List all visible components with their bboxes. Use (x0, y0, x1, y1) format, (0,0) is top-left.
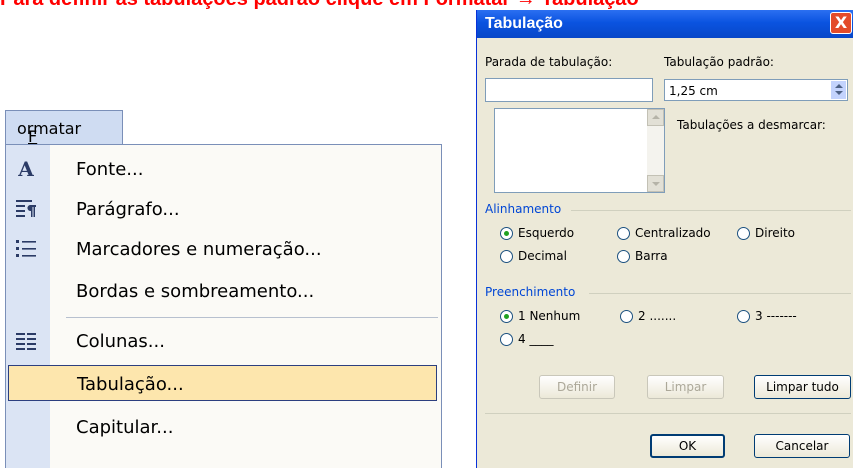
scroll-up-icon[interactable] (647, 109, 664, 126)
group-divider (571, 210, 851, 211)
tab-stop-input[interactable] (485, 78, 653, 102)
leader-group-title: Preenchimento (485, 285, 576, 299)
radio-esquerdo[interactable] (500, 227, 513, 240)
menu-item-fonte[interactable]: A Fonte... (6, 149, 441, 189)
alignment-group-title: Alinhamento (485, 202, 562, 216)
radio-label: Centralizado (635, 226, 711, 240)
menu-item-label: Fonte... (76, 159, 144, 180)
format-menu-panel: A Fonte... Parágrafo... Marcadores e num… (5, 144, 442, 468)
menu-separator (66, 317, 438, 318)
radio-label: Esquerdo (518, 226, 575, 240)
radio-decimal[interactable] (500, 250, 513, 263)
tab-stop-list[interactable] (494, 108, 665, 193)
scroll-down-icon[interactable] (647, 175, 664, 192)
clear-button[interactable]: Limpar (647, 375, 724, 399)
bullets-icon (16, 240, 36, 257)
ok-button[interactable]: OK (650, 434, 725, 458)
menu-formatar[interactable]: Formatar (5, 110, 123, 146)
paragraph-icon (16, 200, 36, 217)
menu-item-label: Parágrafo... (76, 199, 180, 220)
menu-item-label: Capitular... (76, 417, 174, 438)
menu-item-label: Tabulação... (77, 374, 184, 395)
radio-label: Decimal (518, 249, 567, 263)
group-divider (589, 293, 851, 294)
radio-label: 3 ------- (755, 309, 797, 323)
radio-centralizado[interactable] (617, 227, 630, 240)
font-A-icon: A (18, 157, 34, 181)
format-menu: Formatar A Fonte... Parágrafo... Marcado… (0, 110, 446, 468)
radio-barra[interactable] (617, 250, 630, 263)
radio-label: Barra (635, 249, 668, 263)
default-tab-spinner[interactable]: 1,25 cm (664, 79, 848, 101)
columns-icon (16, 333, 36, 350)
tab-stop-label: Parada de tabulação: (485, 55, 613, 69)
menu-item-marcadores[interactable]: Marcadores e numeração... (6, 229, 441, 269)
menu-item-label: Bordas e sombreamento... (76, 281, 315, 302)
close-button[interactable]: X (830, 12, 852, 34)
menu-item-tabulacao[interactable]: Tabulação... (8, 365, 437, 401)
menu-item-colunas[interactable]: Colunas... (6, 321, 441, 361)
clear-list-label: Tabulações a desmarcar: (677, 118, 826, 132)
default-tab-value: 1,25 cm (669, 84, 718, 98)
instruction-heading: Para definir as tabulações padrão clique… (0, 0, 853, 10)
menu-item-capitular[interactable]: Capitular... (6, 407, 441, 447)
radio-leader-2[interactable] (620, 310, 633, 323)
radio-label: 2 ....... (638, 309, 677, 323)
list-scrollbar[interactable] (647, 109, 664, 192)
radio-label: 4 ____ (518, 332, 554, 346)
default-tab-label: Tabulação padrão: (664, 55, 774, 69)
spinner-arrows-icon[interactable] (831, 81, 846, 99)
menu-item-label: Colunas... (76, 331, 165, 352)
radio-leader-4[interactable] (500, 333, 513, 346)
dialog-title: Tabulação (485, 15, 563, 32)
cancel-button[interactable]: Cancelar (754, 434, 850, 458)
menu-item-label: Marcadores e numeração... (76, 239, 322, 260)
radio-leader-3[interactable] (737, 310, 750, 323)
clear-all-button[interactable]: Limpar tudo (754, 375, 851, 399)
buttons-divider (485, 413, 851, 414)
dialog-titlebar[interactable]: Tabulação X (477, 10, 853, 38)
radio-label: 1 Nenhum (518, 309, 581, 323)
radio-label: Direito (755, 226, 796, 240)
close-icon: X (834, 13, 848, 32)
menu-item-bordas[interactable]: Bordas e sombreamento... (6, 271, 441, 311)
radio-direito[interactable] (737, 227, 750, 240)
radio-leader-1[interactable] (500, 310, 513, 323)
menu-item-paragrafo[interactable]: Parágrafo... (6, 189, 441, 229)
tabulacao-dialog: Tabulação X Parada de tabulação: Tabulaç… (476, 10, 853, 468)
set-button[interactable]: Definir (539, 375, 615, 399)
